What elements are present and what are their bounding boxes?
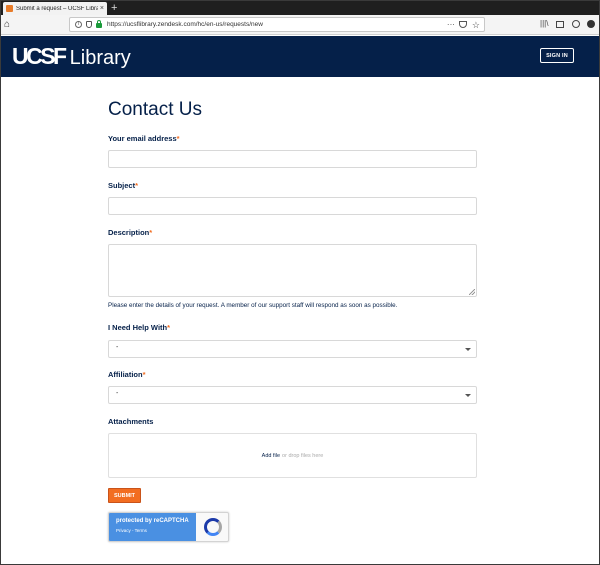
recaptcha-icon (204, 518, 222, 536)
zendesk-favicon-icon (6, 5, 13, 12)
email-field[interactable] (108, 150, 477, 168)
drop-files-text: or drop files here (282, 452, 324, 459)
tab-strip: Submit a request – UCSF Librar × + (1, 1, 599, 15)
tab-submit-request[interactable]: Submit a request – UCSF Librar × (3, 2, 107, 15)
affiliation-label-text: Affiliation (108, 370, 143, 379)
attachments-label: Attachments (108, 417, 154, 426)
site-header: UCSF Library SIGN IN (1, 36, 599, 77)
recaptcha-links[interactable]: Privacy - Terms (116, 528, 196, 533)
description-label-text: Description (108, 228, 150, 237)
sidebar-icon[interactable] (556, 21, 564, 28)
bookmark-star-icon[interactable]: ☆ (472, 20, 480, 30)
affiliation-label: Affiliation* (108, 370, 146, 379)
chevron-down-icon (465, 348, 471, 351)
affiliation-value: - (116, 390, 119, 397)
recaptcha-badge[interactable]: protected by reCAPTCHA Privacy - Terms (108, 512, 229, 542)
url-text[interactable]: https://ucsflibrary.zendesk.com/hc/en-us… (107, 21, 447, 28)
sign-in-button[interactable]: SIGN IN (540, 48, 574, 63)
navigation-bar: ⌂ i https://ucsflibrary.zendesk.com/hc/e… (1, 15, 599, 35)
required-mark: * (167, 323, 171, 332)
submit-button[interactable]: SUBMIT (108, 488, 141, 503)
email-label: Your email address* (108, 134, 180, 143)
browser-window: Submit a request – UCSF Librar × + ⌂ i h… (0, 0, 600, 565)
help-with-label-text: I Need Help With (108, 323, 168, 332)
library-icon[interactable]: |||\ (540, 19, 548, 29)
logo-ucsf-text: UCSF (12, 43, 67, 69)
ucsf-library-logo[interactable]: UCSF Library (12, 42, 131, 74)
help-with-select[interactable]: - (108, 340, 477, 358)
attachments-dropzone[interactable]: Add file or drop files here (108, 433, 477, 478)
extension-icon[interactable] (587, 20, 595, 28)
help-with-label: I Need Help With* (108, 323, 170, 332)
required-mark: * (176, 134, 180, 143)
required-mark: * (135, 181, 139, 190)
description-hint: Please enter the details of your request… (108, 302, 398, 309)
subject-label: Subject* (108, 181, 138, 190)
new-tab-button[interactable]: + (111, 1, 117, 15)
description-label: Description* (108, 228, 152, 237)
info-icon[interactable]: i (75, 21, 82, 28)
subject-field[interactable] (108, 197, 477, 215)
required-mark: * (149, 228, 153, 237)
lock-icon[interactable] (96, 20, 102, 28)
page-actions-icon[interactable]: ··· (447, 20, 455, 29)
affiliation-select[interactable]: - (108, 386, 477, 404)
page-title: Contact Us (108, 99, 202, 120)
email-label-text: Your email address (108, 134, 177, 143)
resize-grip-icon[interactable] (469, 289, 475, 295)
account-icon[interactable] (572, 20, 580, 28)
chevron-down-icon (465, 394, 471, 397)
recaptcha-label-panel: protected by reCAPTCHA Privacy - Terms (109, 513, 196, 541)
close-tab-icon[interactable]: × (100, 5, 104, 12)
tab-title: Submit a request – UCSF Librar (16, 5, 98, 12)
address-bar[interactable]: i https://ucsflibrary.zendesk.com/hc/en-… (69, 17, 485, 32)
pocket-icon[interactable] (458, 21, 467, 28)
tracking-shield-icon[interactable] (86, 21, 92, 28)
required-mark: * (142, 370, 146, 379)
add-file-link[interactable]: Add file (262, 453, 280, 459)
recaptcha-title: protected by reCAPTCHA (116, 518, 189, 524)
logo-library-text: Library (69, 47, 131, 69)
description-textarea[interactable] (108, 244, 477, 297)
subject-label-text: Subject (108, 181, 136, 190)
help-with-value: - (116, 344, 119, 351)
home-icon[interactable]: ⌂ (4, 19, 10, 31)
